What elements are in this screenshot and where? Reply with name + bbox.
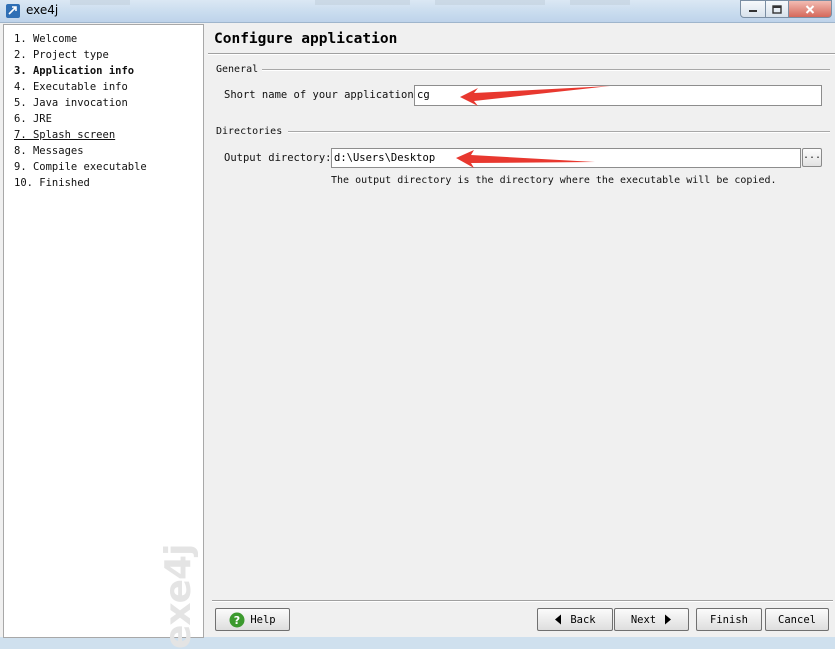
finish-button[interactable]: Finish [696, 608, 762, 631]
maximize-icon [772, 4, 782, 14]
exe4j-watermark: exe4j [158, 544, 199, 649]
exe4j-window: exe4j 1. Welcome 2. Project type 3. Appl… [0, 0, 835, 649]
window-title: exe4j [26, 3, 59, 17]
directories-group-divider [288, 131, 830, 133]
output-directory-hint: The output directory is the directory wh… [331, 175, 777, 186]
help-button[interactable]: ? Help [215, 608, 290, 631]
step-jre[interactable]: 6. JRE [14, 113, 52, 125]
output-directory-input[interactable]: d:\Users\Desktop [331, 148, 801, 168]
next-button-label: Next [630, 613, 657, 626]
steps-sidebar: 1. Welcome 2. Project type 3. Applicatio… [3, 24, 204, 649]
browse-button[interactable]: ... [802, 148, 822, 167]
step-project-type[interactable]: 2. Project type [14, 49, 109, 61]
step-finished[interactable]: 10. Finished [14, 177, 90, 189]
background-ghost [315, 0, 410, 5]
back-button[interactable]: Back [537, 608, 613, 631]
next-arrow-icon [664, 614, 672, 625]
finish-button-label: Finish [710, 613, 748, 626]
svg-text:?: ? [234, 614, 240, 627]
window-controls [740, 0, 832, 18]
step-messages[interactable]: 8. Messages [14, 145, 84, 157]
general-group-label: General [216, 64, 259, 75]
background-ghost [70, 0, 130, 5]
help-icon: ? [229, 612, 245, 628]
main-panel: Configure application General Short name… [204, 24, 835, 637]
minimize-button[interactable] [740, 0, 766, 18]
back-button-label: Back [570, 613, 596, 626]
maximize-button[interactable] [766, 0, 789, 18]
close-button[interactable] [789, 0, 832, 18]
header-divider [208, 53, 835, 55]
background-ghost [570, 0, 630, 5]
help-button-label: Help [250, 613, 276, 626]
directories-group-label: Directories [216, 126, 283, 137]
short-name-input[interactable]: cg [414, 85, 822, 106]
step-compile-executable[interactable]: 9. Compile executable [14, 161, 147, 173]
footer-divider [212, 600, 833, 602]
short-name-label: Short name of your application: [224, 89, 420, 101]
step-java-invocation[interactable]: 5. Java invocation [14, 97, 128, 109]
app-icon [6, 4, 20, 18]
next-button[interactable]: Next [614, 608, 689, 631]
step-welcome[interactable]: 1. Welcome [14, 33, 77, 45]
title-bar[interactable]: exe4j [0, 0, 835, 23]
step-application-info[interactable]: 3. Application info [14, 65, 134, 77]
output-directory-label: Output directory: [224, 152, 332, 164]
page-title: Configure application [214, 31, 398, 47]
cancel-button-label: Cancel [778, 613, 816, 626]
minimize-icon [749, 10, 757, 12]
back-arrow-icon [554, 614, 562, 625]
general-group-divider [262, 69, 830, 71]
step-executable-info[interactable]: 4. Executable info [14, 81, 128, 93]
close-icon [805, 4, 815, 14]
step-splash-screen[interactable]: 7. Splash screen [14, 129, 115, 141]
cancel-button[interactable]: Cancel [765, 608, 829, 631]
background-ghost [435, 0, 545, 5]
